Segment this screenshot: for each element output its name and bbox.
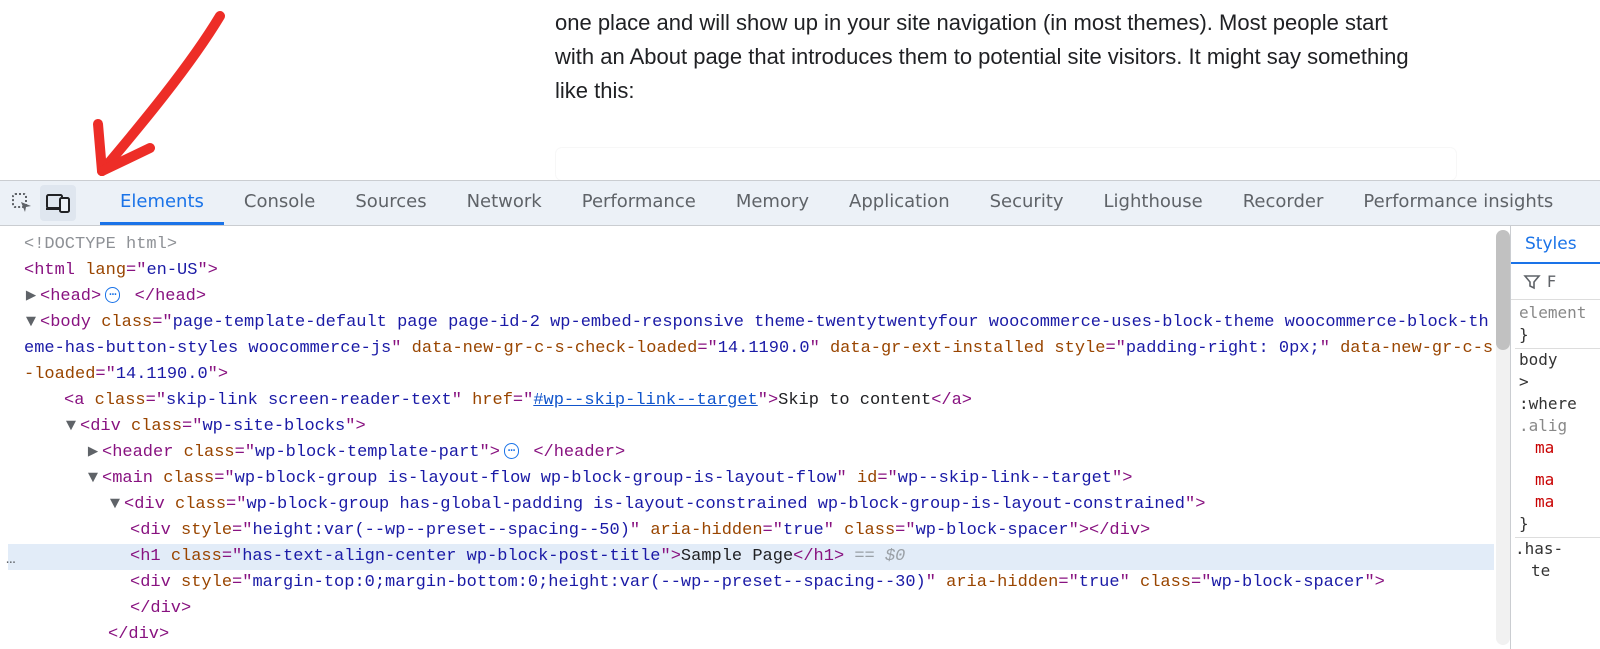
rule-te-cut: te: [1515, 560, 1600, 582]
vertical-scrollbar[interactable]: [1496, 230, 1510, 645]
elements-tree-panel[interactable]: <!DOCTYPE html><html lang="en-US">▶<head…: [0, 226, 1510, 649]
group-close[interactable]: </div>: [8, 622, 1494, 648]
devtools-toolbar: Elements Console Sources Network Perform…: [0, 181, 1600, 226]
tab-elements[interactable]: Elements: [100, 181, 224, 225]
tab-security[interactable]: Security: [970, 181, 1084, 225]
header-line[interactable]: ▶<header class="wp-block-template-part">…: [8, 440, 1494, 466]
site-blocks-open[interactable]: ▼<div class="wp-site-blocks">: [8, 414, 1494, 440]
devtools-tabs: Elements Console Sources Network Perform…: [100, 181, 1573, 225]
head-line[interactable]: ▶<head>⋯ </head>: [8, 284, 1494, 310]
page-body-text: one place and will show up in your site …: [555, 6, 1420, 108]
rule-inline-selector: element: [1519, 302, 1600, 324]
rule-body-caret: >: [1519, 371, 1600, 393]
filter-label-trunc: F: [1547, 272, 1556, 291]
rule-ma-2: ma: [1519, 469, 1600, 491]
tab-application[interactable]: Application: [829, 181, 970, 225]
styles-panel: Styles F element } body > :where .alig m…: [1510, 226, 1600, 649]
device-toolbar-icon[interactable]: [40, 185, 76, 221]
tab-performance-insights[interactable]: Performance insights: [1343, 181, 1573, 225]
tab-performance[interactable]: Performance: [562, 181, 716, 225]
tab-sources[interactable]: Sources: [335, 181, 446, 225]
blockquote-placeholder: [556, 148, 1456, 180]
group-open[interactable]: ▼<div class="wp-block-group has-global-p…: [8, 492, 1494, 518]
rule-align-cut: .alig: [1519, 415, 1600, 437]
tab-recorder[interactable]: Recorder: [1223, 181, 1344, 225]
rule-ma-1: ma: [1519, 437, 1600, 459]
rule-ma-3: ma: [1519, 491, 1600, 513]
spacer2-close[interactable]: </div>: [8, 596, 1494, 622]
annotation-arrow: [80, 6, 240, 176]
doctype-line[interactable]: <!DOCTYPE html>: [8, 232, 1494, 258]
rule-close-2: }: [1519, 513, 1600, 535]
inspect-element-icon[interactable]: [4, 185, 40, 221]
page-preview: one place and will show up in your site …: [0, 0, 1600, 180]
scrollbar-thumb[interactable]: [1496, 230, 1510, 350]
styles-filter-bar[interactable]: F: [1511, 264, 1600, 300]
html-open[interactable]: <html lang="en-US">: [8, 258, 1494, 284]
tab-network[interactable]: Network: [447, 181, 562, 225]
devtools-panel: Elements Console Sources Network Perform…: [0, 180, 1600, 649]
rule-has-cut: .has-: [1515, 538, 1600, 560]
filter-icon: [1523, 273, 1541, 291]
styles-tab[interactable]: Styles: [1511, 226, 1600, 264]
body-open[interactable]: ▼<body class="page-template-default page…: [8, 310, 1494, 388]
rule-close-1: }: [1519, 324, 1600, 346]
spacer1-line[interactable]: <div style="height:var(--wp--preset--spa…: [8, 518, 1494, 544]
main-open[interactable]: ▼<main class="wp-block-group is-layout-f…: [8, 466, 1494, 492]
styles-rules[interactable]: element } body > :where .alig ma ma ma }…: [1511, 300, 1600, 584]
tab-console[interactable]: Console: [224, 181, 335, 225]
skip-link-line[interactable]: <a class="skip-link screen-reader-text" …: [8, 388, 1494, 414]
tab-memory[interactable]: Memory: [716, 181, 829, 225]
spacer2-open[interactable]: <div style="margin-top:0;margin-bottom:0…: [8, 570, 1494, 596]
rule-where: :where: [1519, 393, 1600, 415]
tab-lighthouse[interactable]: Lighthouse: [1084, 181, 1223, 225]
rule-body-selector: body: [1519, 349, 1600, 371]
h1-selected-line[interactable]: …<h1 class="has-text-align-center wp-blo…: [8, 544, 1494, 570]
